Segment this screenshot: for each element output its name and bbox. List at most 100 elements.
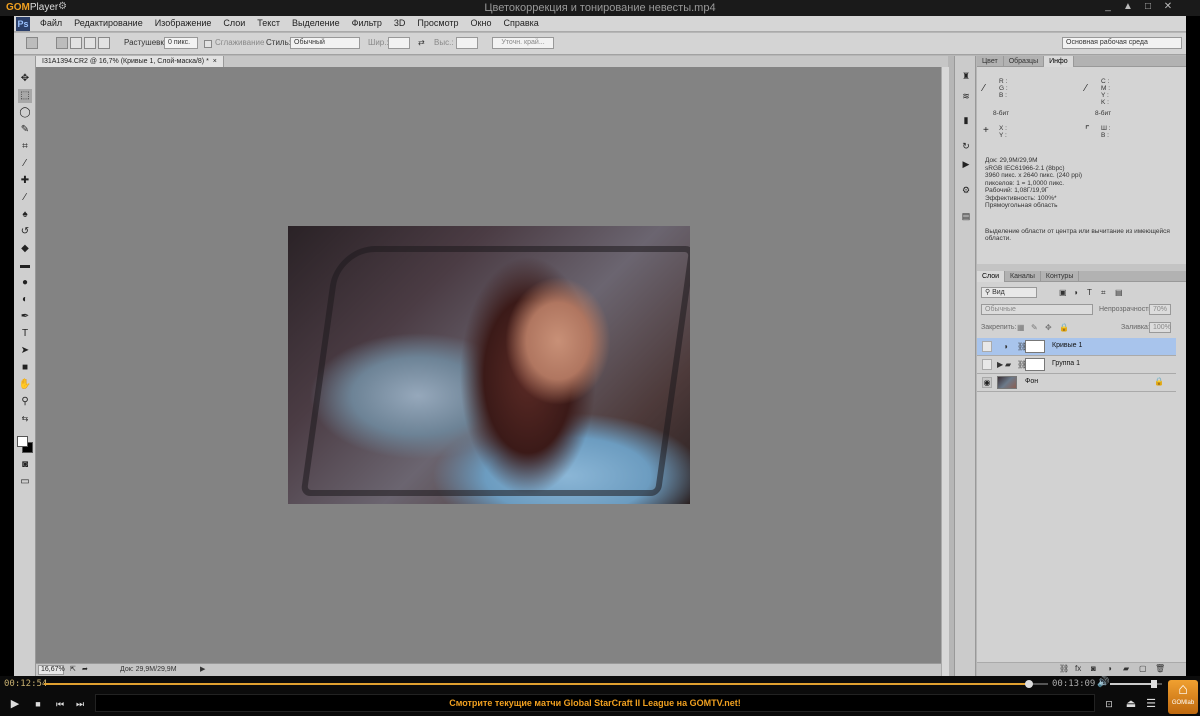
lock-position-icon[interactable]: ✥ [1045,323,1052,332]
blur-tool-icon[interactable]: ● [18,276,32,290]
gradient-tool-icon[interactable]: ▬ [18,259,32,273]
type-tool-icon[interactable]: T [18,327,32,341]
tab-info[interactable]: Инфо [1044,56,1074,67]
layer-filter-select[interactable]: ⚲ Вид [981,287,1037,298]
brush-tool-icon[interactable]: ∕ [18,191,32,205]
tab-paths[interactable]: Контуры [1041,271,1080,282]
play-icon[interactable]: ▶ [6,695,24,713]
layer-mask-thumbnail[interactable] [1025,340,1045,353]
add-selection-icon[interactable] [70,37,82,49]
rectangular-marquee-tool-icon[interactable]: ⬚ [18,89,32,103]
volume-handle[interactable] [1151,680,1158,688]
healing-brush-tool-icon[interactable]: ✚ [18,174,32,188]
layer-comps-icon[interactable]: ▤ [959,210,973,222]
hand-tool-icon[interactable]: ✋ [18,378,32,392]
menu-window[interactable]: Окно [471,18,492,28]
menu-layer[interactable]: Слои [223,18,245,28]
refine-edge-button[interactable]: Уточн. край... [492,37,554,49]
volume-slider[interactable] [1110,680,1162,688]
bride-photo[interactable] [288,226,690,504]
path-selection-tool-icon[interactable]: ➤ [18,344,32,358]
promo-ticker[interactable]: Смотрите текущие матчи Global StarCraft … [95,694,1095,712]
actions-play-icon[interactable]: ▶ [959,158,973,170]
menu-help[interactable]: Справка [503,18,538,28]
filter-pixel-icon[interactable]: ▣ [1059,288,1067,297]
width-input[interactable] [388,37,410,49]
visibility-toggle[interactable] [982,359,992,370]
close-tab-icon[interactable]: × [213,58,217,65]
layer-row-curves[interactable]: ◑ ⛓ Кривые 1 [977,338,1176,356]
add-mask-icon[interactable]: ◙ [1091,664,1096,673]
lock-transparent-icon[interactable]: ▦ [1017,323,1025,332]
lasso-tool-icon[interactable]: ◯ [18,106,32,120]
eject-icon[interactable]: ⏏ [1122,695,1140,713]
subtract-selection-icon[interactable] [84,37,96,49]
default-colors-icon[interactable]: ⇆ [18,412,32,426]
delete-layer-icon[interactable]: 🗑 [1155,664,1165,673]
tab-swatches[interactable]: Образцы [1004,56,1045,67]
filter-shape-icon[interactable]: ⌗ [1101,288,1106,298]
layer-row-group[interactable]: ▶ ▰ ⛓ Группа 1 [977,356,1176,374]
filter-adjustment-icon[interactable]: ◑ [1073,288,1078,297]
export-icon[interactable]: ➦ [82,665,88,673]
eyedropper-tool-icon[interactable]: ⁄ [18,157,32,171]
brush-panel-icon[interactable]: ▮ [959,114,973,126]
new-group-icon[interactable]: ▰ [1123,664,1129,673]
eraser-tool-icon[interactable]: ◆ [18,242,32,256]
opacity-input[interactable]: 70% [1149,304,1171,315]
clone-stamp-tool-icon[interactable]: ♠ [18,208,32,222]
layer-thumbnail[interactable] [997,376,1017,389]
move-tool-icon[interactable]: ✥ [18,72,32,86]
fill-input[interactable]: 100% [1149,322,1171,333]
marquee-tool-preset-icon[interactable] [26,37,38,49]
tab-layers[interactable]: Слои [977,271,1006,282]
history-icon[interactable]: ↻ [959,140,973,152]
minimize-button[interactable]: _ [1100,1,1116,12]
gomlab-button[interactable]: ⌂ GOMlab [1168,680,1198,714]
height-input[interactable] [456,37,478,49]
menu-image[interactable]: Изображение [155,18,212,28]
brush-presets-icon[interactable]: ≋ [959,90,973,102]
history-brush-tool-icon[interactable]: ↺ [18,225,32,239]
blend-mode-select[interactable]: Обычные [981,304,1093,315]
workspace-select[interactable]: Основная рабочая среда [1062,37,1182,49]
zoom-level-field[interactable]: 16,67% [38,665,65,675]
menu-filter[interactable]: Фильтр [352,18,382,28]
tab-channels[interactable]: Каналы [1005,271,1041,282]
stop-icon[interactable]: ■ [29,695,47,713]
menu-view[interactable]: Просмотр [417,18,458,28]
playlist-menu-icon[interactable]: ☰ [1142,695,1160,713]
intersect-selection-icon[interactable] [98,37,110,49]
layer-row-background[interactable]: ◉ Фон 🔒 [977,374,1176,392]
add-layer-style-icon[interactable]: fx [1075,664,1081,673]
status-menu-arrow-icon[interactable]: ▶ [200,665,205,673]
foreground-color-swatch[interactable] [17,436,28,447]
eye-icon[interactable]: ◉ [982,377,992,388]
menu-type[interactable]: Текст [257,18,280,28]
swap-icon[interactable]: ⇄ [418,38,425,47]
feather-input[interactable]: 0 пикс. [164,37,198,49]
new-layer-icon[interactable]: ▢ [1139,664,1147,673]
antialias-checkbox[interactable] [204,40,212,48]
style-select[interactable]: Обычный [290,37,360,49]
lock-pixels-icon[interactable]: ✎ [1031,323,1038,332]
visibility-toggle[interactable] [982,341,992,352]
quick-selection-tool-icon[interactable]: ✎ [18,123,32,137]
control-panel-icon[interactable]: ⊡ [1100,695,1118,713]
filter-smart-object-icon[interactable]: ▤ [1115,288,1123,297]
vertical-scrollbar[interactable] [941,67,949,676]
previous-icon[interactable]: ⏮ [51,695,69,713]
new-selection-icon[interactable] [56,37,68,49]
screen-mode-icon[interactable]: ▭ [18,475,32,489]
maximize-button[interactable]: □ [1140,1,1156,12]
seek-slider[interactable] [44,680,1048,688]
properties-icon[interactable]: ⚙ [959,184,973,196]
document-tab[interactable]: I31A1394.CR2 @ 16,7% (Кривые 1, Слой-мас… [36,56,224,67]
menu-file[interactable]: Файл [40,18,62,28]
speaker-icon[interactable]: 🔊 [1097,677,1109,688]
share-icon[interactable]: ⇱ [70,665,76,673]
menu-edit[interactable]: Редактирование [74,18,143,28]
zoom-tool-icon[interactable]: ⚲ [18,395,32,409]
shape-tool-icon[interactable]: ■ [18,361,32,375]
adjustments-icon[interactable]: ♜ [959,70,973,82]
